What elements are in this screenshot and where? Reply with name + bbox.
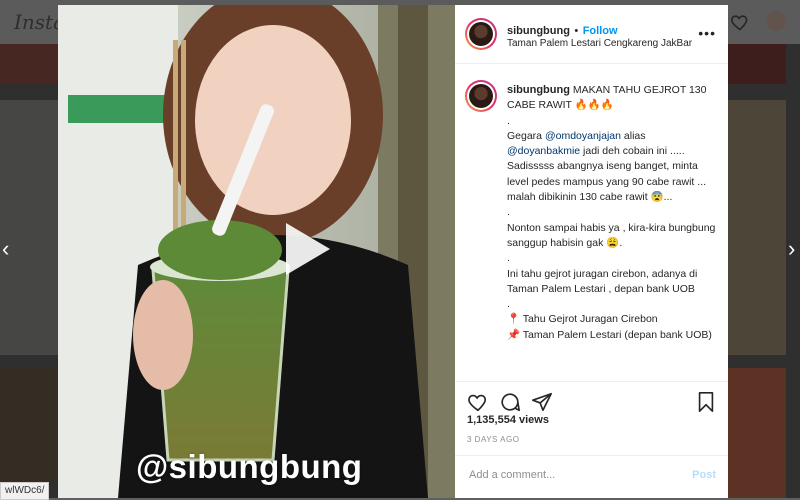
caption-gegara: Gegara <box>507 129 545 142</box>
author-avatar[interactable] <box>465 18 497 50</box>
post-location[interactable]: Taman Palem Lestari Cengkareng JakBar <box>507 38 692 49</box>
caption-avatar[interactable] <box>465 80 497 112</box>
bookmark-icon[interactable] <box>695 391 717 413</box>
share-icon[interactable] <box>531 391 553 413</box>
video-frame <box>58 5 455 498</box>
view-count[interactable]: 1,135,554 views <box>467 414 549 426</box>
author-username[interactable]: sibungbung <box>507 25 570 37</box>
post-video[interactable]: @sibungbung <box>58 5 455 498</box>
status-url: wlWDc6/ <box>0 482 50 500</box>
video-watermark: @sibungbung <box>136 448 363 485</box>
caption-area: sibungbung MAKAN TAHU GEJROT 130 CABE RA… <box>455 65 728 381</box>
heart-icon[interactable] <box>467 391 489 413</box>
caption-body: jadi deh cobain ini ..... Sadisssss aban… <box>507 145 716 341</box>
prev-arrow-icon[interactable]: ‹ <box>2 236 9 262</box>
caption-dot: . <box>507 114 510 127</box>
post-detail-panel: sibungbung • Follow Taman Palem Lestari … <box>455 5 728 498</box>
follow-button[interactable]: Follow <box>583 25 618 37</box>
next-arrow-icon[interactable]: › <box>788 236 795 262</box>
caption-alias: alias <box>621 129 649 142</box>
play-icon[interactable] <box>286 223 330 275</box>
caption-username[interactable]: sibungbung <box>507 84 570 96</box>
comment-input[interactable] <box>467 468 681 482</box>
comment-form: Post <box>455 455 728 499</box>
comment-icon[interactable] <box>499 391 521 413</box>
caption-text: sibungbung MAKAN TAHU GEJROT 130 CABE RA… <box>507 83 717 343</box>
post-timestamp[interactable]: 3 DAYS AGO <box>467 435 519 444</box>
post-header: sibungbung • Follow Taman Palem Lestari … <box>455 5 728 64</box>
more-icon[interactable]: ••• <box>698 25 716 41</box>
mention-link[interactable]: @omdoyanjajan <box>545 130 621 142</box>
post-comment-button[interactable]: Post <box>692 469 716 481</box>
separator-dot: • <box>574 25 579 37</box>
mention-link[interactable]: @doyanbakmie <box>507 145 580 157</box>
